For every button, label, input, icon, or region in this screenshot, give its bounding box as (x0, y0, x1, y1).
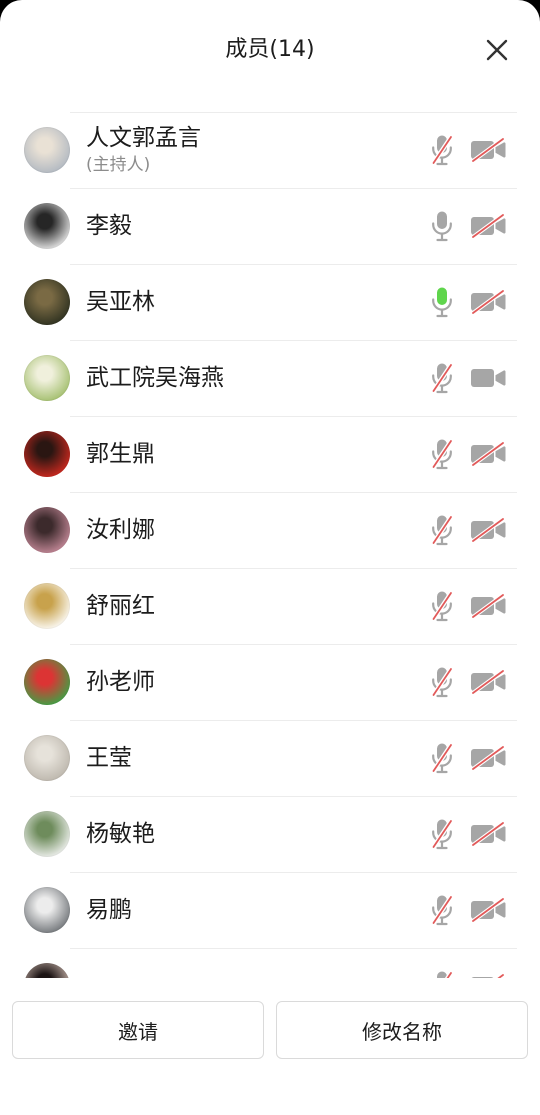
invite-button-label: 邀请 (118, 1019, 158, 1044)
member-name: 孙老师 (86, 669, 155, 695)
avatar (24, 583, 70, 629)
member-info: 易鹏 (86, 896, 430, 924)
rename-button[interactable]: 修改名称 (276, 1001, 528, 1059)
avatar (24, 735, 70, 781)
camera-off-icon (470, 290, 506, 314)
mic-muted-icon (430, 514, 454, 546)
member-name: 易鹏 (86, 897, 132, 923)
member-row[interactable] (0, 948, 540, 978)
camera-off-icon (470, 670, 506, 694)
camera-off-icon (470, 138, 506, 162)
close-button[interactable] (485, 38, 509, 62)
member-list[interactable]: 人文郭孟言 (主持人) 李毅 吴亚林 武工院吴海燕 郭生鼎 汝利娜 舒丽红 孙老… (0, 112, 540, 978)
member-name: 吴亚林 (86, 289, 155, 315)
camera-off-icon (470, 974, 506, 978)
camera-off-icon (470, 822, 506, 846)
mic-icon (430, 210, 454, 242)
mic-muted-icon (430, 970, 454, 978)
rename-button-label: 修改名称 (362, 1019, 442, 1044)
avatar (24, 203, 70, 249)
mic-muted-icon (430, 742, 454, 774)
avatar (24, 659, 70, 705)
camera-icon (470, 366, 506, 390)
avatar (24, 887, 70, 933)
camera-off-icon (470, 594, 506, 618)
avatar (24, 431, 70, 477)
mic-muted-icon (430, 362, 454, 394)
member-row[interactable]: 郭生鼎 (0, 416, 540, 492)
member-row[interactable]: 人文郭孟言 (主持人) (0, 112, 540, 188)
mic-speaking-icon (430, 286, 454, 318)
avatar (24, 963, 70, 978)
camera-off-icon (470, 746, 506, 770)
mic-muted-icon (430, 818, 454, 850)
avatar (24, 811, 70, 857)
member-role: (主持人) (86, 155, 151, 175)
close-icon (486, 39, 508, 61)
header: 成员(14) (0, 0, 540, 100)
member-row[interactable]: 易鹏 (0, 872, 540, 948)
member-row[interactable]: 舒丽红 (0, 568, 540, 644)
member-row[interactable]: 汝利娜 (0, 492, 540, 568)
member-name: 汝利娜 (86, 517, 155, 543)
mic-muted-icon (430, 438, 454, 470)
member-row[interactable]: 武工院吴海燕 (0, 340, 540, 416)
member-info: 杨敏艳 (86, 820, 430, 848)
camera-off-icon (470, 214, 506, 238)
member-name: 舒丽红 (86, 593, 155, 619)
member-row[interactable]: 王莹 (0, 720, 540, 796)
camera-off-icon (470, 898, 506, 922)
member-info: 孙老师 (86, 668, 430, 696)
members-sheet: 成员(14) 人文郭孟言 (主持人) 李毅 吴亚林 武工院吴海燕 郭生鼎 汝利娜… (0, 0, 540, 1115)
camera-off-icon (470, 518, 506, 542)
avatar (24, 355, 70, 401)
member-info: 武工院吴海燕 (86, 364, 430, 392)
member-name: 王莹 (86, 745, 132, 771)
member-info: 郭生鼎 (86, 440, 430, 468)
mic-muted-icon (430, 666, 454, 698)
avatar (24, 507, 70, 553)
member-name: 人文郭孟言 (86, 125, 201, 151)
member-name: 郭生鼎 (86, 441, 155, 467)
mic-muted-icon (430, 590, 454, 622)
mic-muted-icon (430, 134, 454, 166)
invite-button[interactable]: 邀请 (12, 1001, 264, 1059)
member-info: 王莹 (86, 744, 430, 772)
member-row[interactable]: 孙老师 (0, 644, 540, 720)
member-name: 李毅 (86, 213, 132, 239)
member-info: 吴亚林 (86, 288, 430, 316)
member-info: 人文郭孟言 (主持人) (86, 124, 430, 176)
mic-muted-icon (430, 894, 454, 926)
avatar (24, 127, 70, 173)
camera-off-icon (470, 442, 506, 466)
member-name: 武工院吴海燕 (86, 365, 224, 391)
member-row[interactable]: 李毅 (0, 188, 540, 264)
member-info: 汝利娜 (86, 516, 430, 544)
member-row[interactable]: 杨敏艳 (0, 796, 540, 872)
member-info: 李毅 (86, 212, 430, 240)
member-info: 舒丽红 (86, 592, 430, 620)
member-name: 杨敏艳 (86, 821, 155, 847)
member-row[interactable]: 吴亚林 (0, 264, 540, 340)
avatar (24, 279, 70, 325)
page-title: 成员(14) (225, 37, 315, 62)
